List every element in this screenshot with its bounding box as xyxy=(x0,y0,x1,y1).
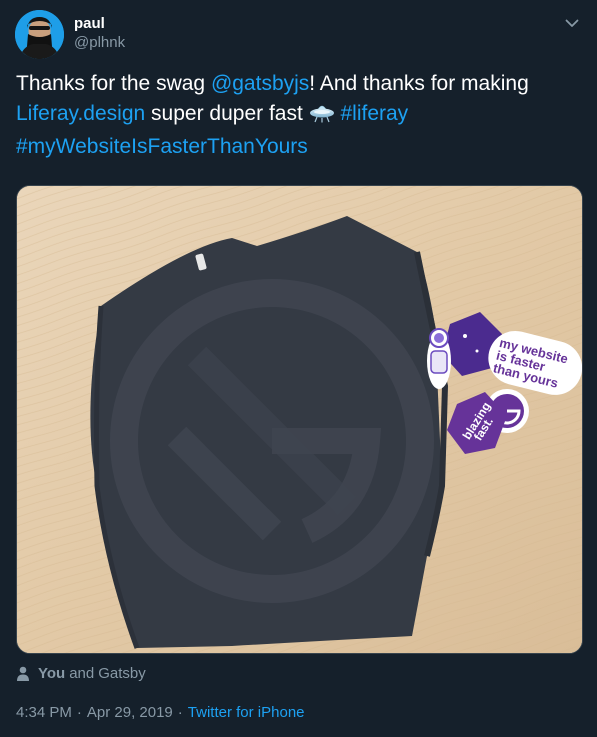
tshirt-shape xyxy=(90,216,449,649)
tweet-text: Thanks for the swag @gatsbyjs! And thank… xyxy=(16,69,582,162)
tweet-meta: 4:34 PM · Apr 29, 2019 · Twitter for iPhone xyxy=(16,704,305,721)
tweet: paul @plhnk Thanks for the swag @gatsbyj… xyxy=(0,0,597,737)
astronaut-sticker xyxy=(427,328,451,389)
tweet-text-part: super duper fast xyxy=(145,102,309,125)
photo-illustration: my website is faster than yours blazing … xyxy=(17,186,582,653)
hashtag-link[interactable]: #liferay xyxy=(340,102,408,125)
tagged-you[interactable]: You xyxy=(38,665,65,682)
tweet-text-part: ! And thanks for making xyxy=(309,72,529,95)
tweet-photo[interactable]: my website is faster than yours blazing … xyxy=(16,185,583,654)
tagged-and: and xyxy=(69,665,95,682)
ufo-icon xyxy=(309,101,335,132)
chevron-down-icon[interactable] xyxy=(563,14,581,32)
handle[interactable]: @plhnk xyxy=(74,33,125,53)
display-name[interactable]: paul xyxy=(74,15,125,33)
hashtag-link[interactable]: #myWebsiteIsFasterThanYours xyxy=(16,135,308,158)
tweet-time[interactable]: 4:34 PM xyxy=(16,704,72,721)
tagged-users: You and Gatsby xyxy=(16,665,146,682)
tweet-source[interactable]: Twitter for iPhone xyxy=(188,704,305,721)
tagged-gatsby[interactable]: Gatsby xyxy=(98,665,146,682)
separator: · xyxy=(76,704,82,721)
mention-link[interactable]: @gatsbyjs xyxy=(211,72,309,95)
author-info[interactable]: paul @plhnk xyxy=(74,15,125,53)
avatar-image xyxy=(15,10,64,59)
avatar[interactable] xyxy=(15,10,64,59)
url-link[interactable]: Liferay.design xyxy=(16,102,145,125)
person-icon xyxy=(16,666,30,681)
tweet-date[interactable]: Apr 29, 2019 xyxy=(87,704,173,721)
tweet-text-part: Thanks for the swag xyxy=(16,72,211,95)
separator: · xyxy=(177,704,183,721)
